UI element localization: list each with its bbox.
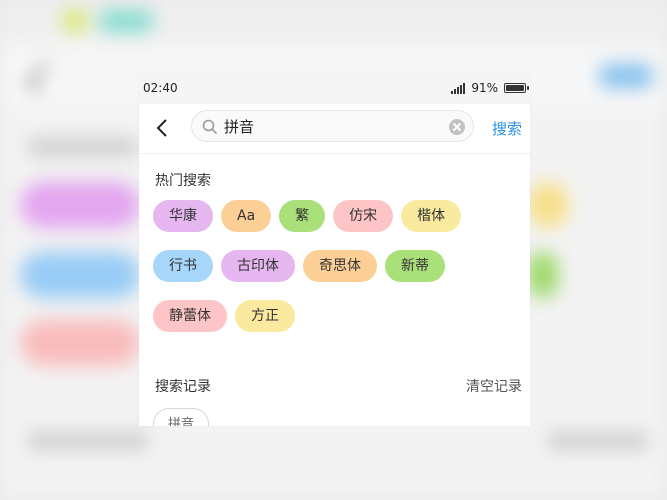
bg-status-dot <box>98 10 154 32</box>
bg-tag <box>20 320 140 366</box>
hot-tag[interactable]: 古印体 <box>221 250 295 282</box>
bg-tag <box>20 252 140 298</box>
search-input[interactable] <box>224 115 444 137</box>
hot-search-title: 热门搜索 <box>155 173 211 189</box>
signal-icon <box>451 82 466 94</box>
phone-screen: 02:40 91% 搜索 热门搜索 华康 <box>139 74 530 426</box>
status-icons: 91% <box>451 81 529 95</box>
back-arrow-icon <box>156 119 167 137</box>
hot-tag[interactable]: 仿宋 <box>333 200 394 232</box>
status-bar: 02:40 91% <box>139 74 530 104</box>
search-button[interactable]: 搜索 <box>492 118 522 139</box>
bg-section-title <box>28 138 138 156</box>
search-box[interactable] <box>191 110 474 142</box>
search-history-title: 搜索记录 <box>155 379 211 395</box>
search-header: 搜索 <box>139 104 530 154</box>
hot-search-tags: 华康 Aa 繁 仿宋 楷体 行书 古印体 奇思体 新蒂 静蕾体 方正 <box>153 200 493 332</box>
hot-tag[interactable]: 奇思体 <box>303 250 377 282</box>
search-history-list: 拼音 <box>153 408 210 426</box>
bg-status-dot <box>62 10 88 32</box>
bg-tag <box>528 182 568 228</box>
battery-percent: 91% <box>471 81 498 95</box>
bg-tag <box>20 182 140 228</box>
hot-tag[interactable]: Aa <box>221 200 272 232</box>
bg-clear-history <box>548 432 648 450</box>
hot-tag[interactable]: 新蒂 <box>385 250 445 282</box>
battery-icon <box>504 83 529 93</box>
hot-tag[interactable]: 行书 <box>153 250 213 282</box>
clear-input-icon[interactable] <box>449 119 465 135</box>
bg-history-title <box>28 432 148 450</box>
bg-search-button <box>600 64 652 88</box>
bg-tag <box>528 252 558 298</box>
hot-tag[interactable]: 繁 <box>279 200 326 232</box>
back-button[interactable] <box>151 116 175 140</box>
hot-tag[interactable]: 华康 <box>153 200 213 232</box>
hot-tag[interactable]: 静蕾体 <box>153 300 227 332</box>
history-item[interactable]: 拼音 <box>153 408 210 426</box>
search-icon <box>202 119 218 135</box>
battery-fill <box>506 85 525 91</box>
status-time: 02:40 <box>143 81 178 95</box>
clear-history-button[interactable]: 清空记录 <box>466 376 522 396</box>
hot-tag[interactable]: 楷体 <box>401 200 462 232</box>
hot-tag[interactable]: 方正 <box>235 300 295 332</box>
